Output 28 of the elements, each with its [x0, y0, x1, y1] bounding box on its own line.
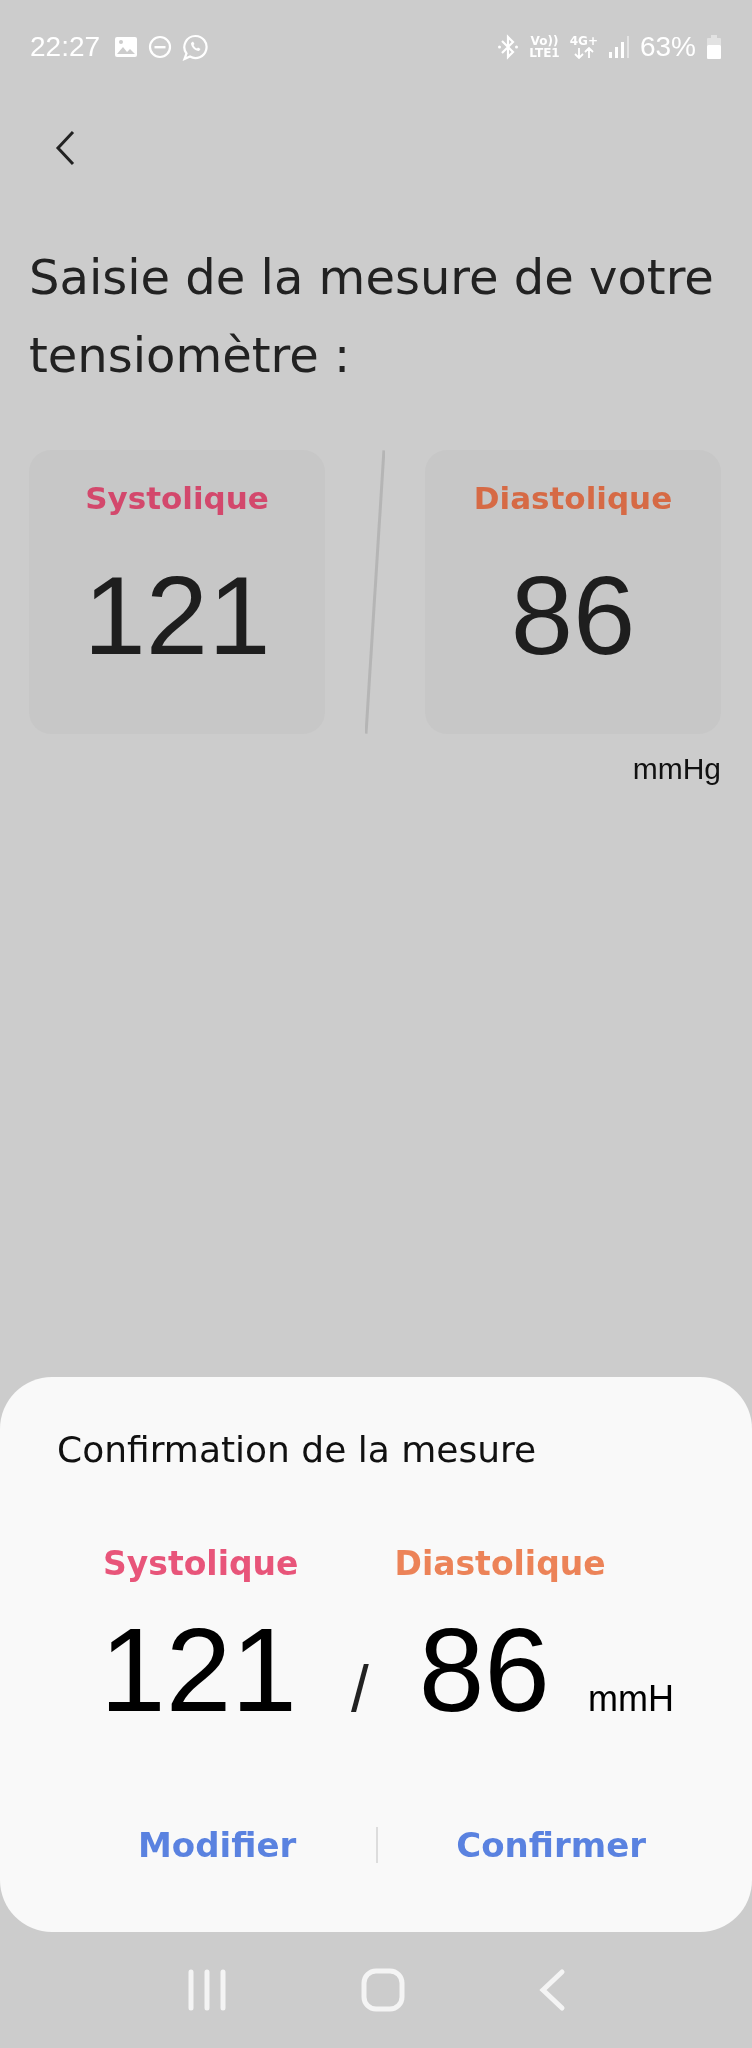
- measurement-card[interactable]: Systolique 121: [29, 450, 326, 734]
- bluetooth-icon: [497, 34, 520, 60]
- modify-button[interactable]: Modifier: [128, 1819, 307, 1871]
- unit-label: mmH: [587, 1678, 674, 1720]
- separator-slash: /: [350, 1652, 369, 1726]
- measurement-value: 86: [510, 556, 636, 676]
- home-icon[interactable]: [361, 1968, 405, 2012]
- measurement-label: Diastolique: [394, 1544, 606, 1583]
- measurement-value: 86: [418, 1605, 550, 1735]
- battery-icon: [706, 34, 722, 60]
- signal-icon: [607, 35, 630, 59]
- measurement-value: 121: [100, 1605, 297, 1735]
- chat-bubble-icon: [182, 33, 210, 61]
- back-icon: [53, 128, 77, 168]
- image-icon: [114, 36, 139, 58]
- unit-label: mmHg: [632, 752, 721, 786]
- do-not-disturb-icon: [148, 35, 173, 59]
- measurement-value: 121: [83, 556, 271, 676]
- back-icon[interactable]: [537, 1968, 566, 2012]
- measurement-label: Diastolique: [473, 480, 673, 516]
- measurement-label: Systolique: [103, 1544, 299, 1583]
- data-arrows-icon: [573, 47, 594, 59]
- measurement-label: Systolique: [85, 480, 269, 516]
- confirm-button[interactable]: Confirmer: [446, 1819, 656, 1871]
- page-title: Saisie de la mesure de votre tensiomètre :: [29, 248, 715, 385]
- recent-apps-icon[interactable]: [186, 1968, 229, 2012]
- sheet-title: Confirmation de la mesure: [57, 1429, 538, 1470]
- measurement-card[interactable]: Diastolique 86: [424, 450, 721, 734]
